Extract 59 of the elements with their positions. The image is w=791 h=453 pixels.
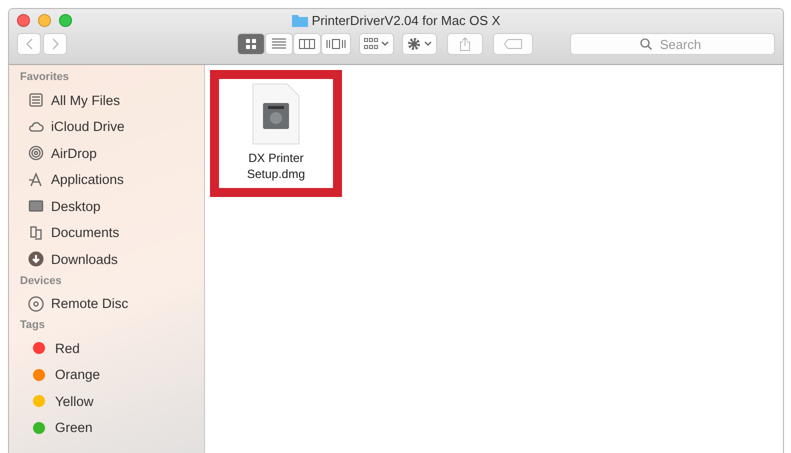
documents-icon: [28, 224, 44, 241]
sidebar-item-label: All My Files: [51, 92, 120, 108]
search-icon: [640, 38, 652, 50]
cover-flow-icon: [326, 38, 346, 50]
applications-icon: [28, 172, 44, 188]
sidebar-item-label: Applications: [51, 172, 124, 188]
sidebar-item[interactable]: Green: [20, 414, 204, 441]
window-title: PrinterDriverV2.04 for Mac OS X: [312, 12, 500, 28]
sidebar-item-label: Downloads: [51, 252, 118, 267]
sidebar-item-label: Desktop: [51, 198, 101, 214]
sidebar-item-label: Red: [55, 340, 80, 356]
sidebar-item[interactable]: Red: [20, 335, 204, 362]
arrange-button[interactable]: [359, 33, 394, 55]
minimize-button[interactable]: [38, 14, 51, 26]
sidebar-item[interactable]: Downloads: [20, 246, 204, 272]
sidebar-item[interactable]: All My Files: [20, 87, 204, 114]
sidebar-item-label: iCloud Drive: [51, 119, 125, 134]
view-button[interactable]: [237, 33, 265, 55]
desktop-icon: [28, 198, 44, 214]
tag-icon: [504, 39, 522, 49]
disc-icon: [28, 296, 44, 312]
sidebar-heading: Devices: [20, 274, 63, 286]
sidebar-item[interactable]: Orange: [20, 362, 204, 388]
sidebar-item-label: Yellow: [55, 394, 94, 409]
sidebar-item-label: Remote Disc: [51, 296, 128, 312]
view-button[interactable]: [293, 33, 321, 55]
sidebar-item[interactable]: Yellow: [20, 388, 204, 414]
sidebar-heading: Tags: [20, 319, 46, 331]
chevron-right-icon: [52, 38, 58, 50]
sidebar-item[interactable]: Applications: [20, 166, 204, 193]
disk-image-icon[interactable]: [251, 83, 301, 145]
sidebar-item-label: Documents: [51, 225, 120, 240]
sidebar-item[interactable]: AirDrop: [20, 140, 204, 166]
caret-icon: [381, 41, 389, 47]
download-icon: [28, 251, 44, 268]
close-button[interactable]: [17, 14, 30, 26]
search-field[interactable]: Search: [570, 33, 775, 55]
sidebar-item-label: Orange: [55, 367, 100, 382]
sidebar-item-label: AirDrop: [51, 146, 97, 161]
folder-icon: [292, 14, 308, 26]
grid-icon: [364, 38, 378, 50]
sidebar-item-label: Green: [55, 420, 93, 436]
view-button[interactable]: [321, 33, 351, 55]
sidebar-heading: Favorites: [20, 71, 70, 83]
zoom-button[interactable]: [59, 14, 72, 26]
sidebar-item[interactable]: Documents: [20, 220, 204, 246]
action-button[interactable]: [402, 33, 437, 55]
share-icon: [459, 37, 471, 51]
chevron-left-icon: [26, 38, 32, 50]
gear-icon: [407, 37, 421, 51]
icon-view-icon: [245, 38, 257, 50]
list-view-icon: [272, 38, 286, 50]
sidebar-item[interactable]: iCloud Drive: [20, 114, 204, 140]
caret-icon: [424, 41, 432, 47]
sidebar-item[interactable]: Desktop: [20, 193, 204, 220]
file-name[interactable]: DX Printer Setup.dmg: [236, 151, 316, 182]
column-view-icon: [299, 38, 315, 50]
view-button[interactable]: [265, 33, 293, 55]
sidebar-item[interactable]: Remote Disc: [20, 290, 204, 317]
